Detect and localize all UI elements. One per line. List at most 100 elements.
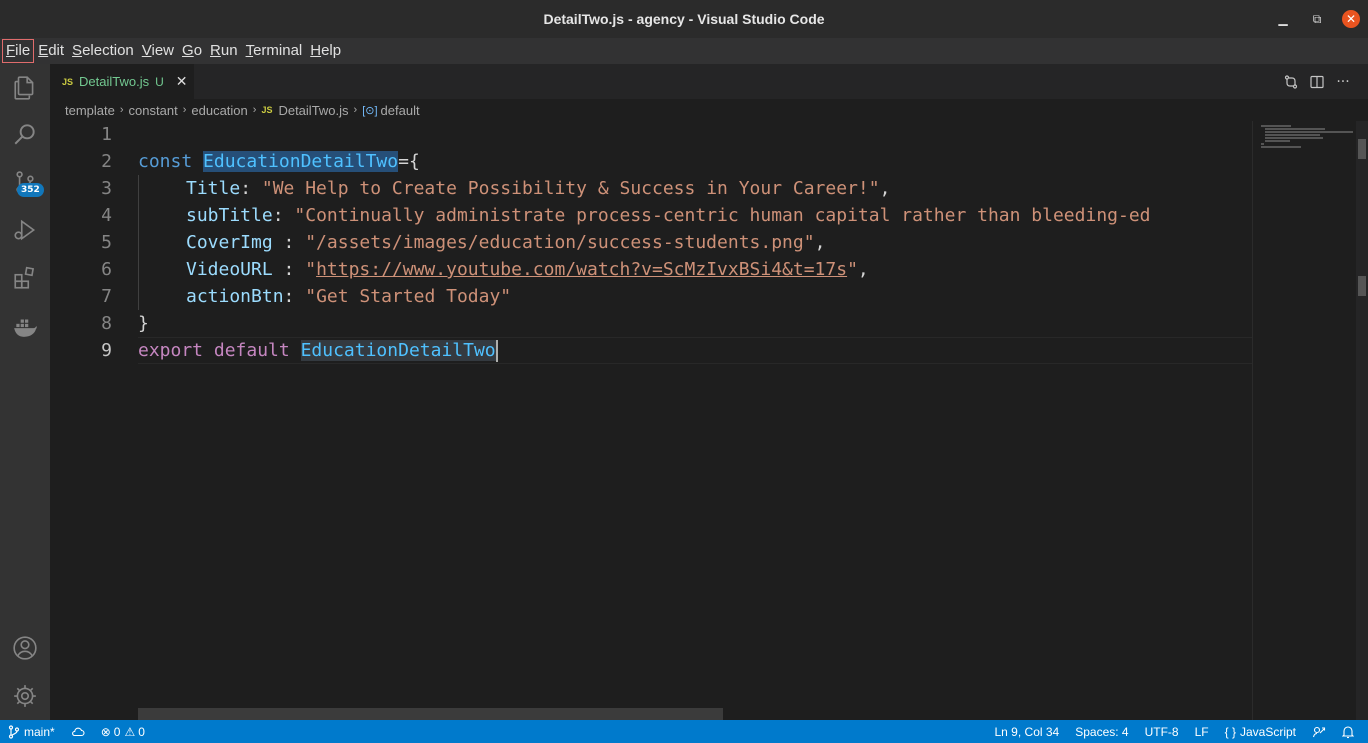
line-number: 8: [101, 313, 112, 334]
tab-close-icon[interactable]: ✕: [176, 73, 188, 90]
status-bar: main* ⊗ 0 ⚠ 0 Ln 9, Col 34 Spaces: 4 UTF…: [0, 720, 1368, 743]
line-number: 7: [101, 286, 112, 307]
string-quote: ": [847, 259, 858, 280]
language-label: JavaScript: [1239, 724, 1296, 739]
menu-file-mnemonic: F: [6, 42, 16, 59]
vertical-scrollbar[interactable]: [1356, 121, 1368, 720]
close-window-button[interactable]: ✕: [1334, 0, 1368, 38]
indentation[interactable]: Spaces: 4: [1067, 720, 1136, 743]
editor-actions: ···: [1278, 64, 1356, 99]
cursor-position[interactable]: Ln 9, Col 34: [987, 720, 1068, 743]
run-debug-icon[interactable]: [0, 206, 50, 254]
chevron-right-icon: ›: [353, 104, 358, 116]
chevron-right-icon: ›: [119, 104, 124, 116]
extensions-icon[interactable]: [0, 254, 50, 302]
line-number: 2: [101, 151, 112, 172]
closing-brace: }: [138, 313, 149, 334]
encoding[interactable]: UTF-8: [1137, 720, 1187, 743]
menu-help-mnemonic: H: [310, 42, 322, 59]
sync-button[interactable]: [63, 720, 93, 743]
menu-edit[interactable]: Edit: [34, 39, 68, 63]
accounts-icon[interactable]: [0, 624, 50, 672]
docker-icon[interactable]: [0, 302, 50, 350]
tab-untracked-status: U: [155, 74, 164, 89]
code-editor[interactable]: 1 2 3 4 5 6 7 8 9 const EducationDetailT…: [50, 121, 1252, 720]
tab-filename: DetailTwo.js: [79, 74, 150, 89]
open-changes-icon[interactable]: [1278, 69, 1304, 95]
minimap-line: [1265, 134, 1320, 136]
source-control-icon[interactable]: [0, 158, 50, 206]
menu-view-mnemonic: V: [141, 42, 152, 59]
end-of-line[interactable]: LF: [1187, 720, 1217, 743]
explorer-icon[interactable]: [0, 64, 50, 112]
more-actions-icon[interactable]: ···: [1330, 69, 1356, 95]
menu-go-label: o: [193, 42, 203, 59]
tab-detailtwo-js[interactable]: JS DetailTwo.js U ✕: [50, 64, 194, 99]
menu-terminal-mnemonic: T: [245, 42, 254, 59]
menu-go-mnemonic: G: [182, 42, 194, 59]
breadcrumb-symbol[interactable]: default: [381, 103, 420, 118]
text-cursor: [495, 340, 498, 362]
activity-bar: 352: [0, 64, 50, 720]
minimize-button[interactable]: ▁: [1266, 0, 1300, 38]
close-icon: ✕: [1342, 10, 1360, 28]
property-title: Title: [186, 178, 241, 199]
problems-status[interactable]: ⊗ 0 ⚠ 0: [93, 720, 153, 743]
menu-run-label: un: [220, 42, 238, 59]
scrollbar-marker: [1358, 276, 1366, 296]
punctuation: :: [240, 178, 262, 199]
maximize-button[interactable]: ⧉: [1300, 0, 1334, 38]
menu-run-mnemonic: R: [210, 42, 221, 59]
branch-status[interactable]: main*: [0, 720, 63, 743]
manage-gear-icon[interactable]: [0, 672, 50, 720]
line-number: 6: [101, 259, 112, 280]
minimap-line: [1261, 146, 1301, 148]
menu-terminal-label: erminal: [253, 42, 303, 59]
line-number: 5: [101, 232, 112, 253]
source-control-badge: 352: [17, 183, 44, 197]
symbol-variable-icon: [⊙]: [362, 104, 378, 117]
punctuation: :: [272, 205, 295, 226]
language-mode[interactable]: { } JavaScript: [1217, 720, 1304, 743]
split-editor-icon[interactable]: [1304, 69, 1330, 95]
punctuation: :: [283, 286, 306, 307]
punctuation: ,: [857, 259, 869, 280]
property-subtitle: subTitle: [186, 205, 273, 226]
menu-view-label: iew: [151, 42, 175, 59]
error-icon: ⊗: [100, 724, 111, 739]
menu-edit-label: dit: [48, 42, 65, 59]
search-icon[interactable]: [0, 110, 50, 158]
breadcrumb-education[interactable]: education: [191, 103, 247, 118]
minimap[interactable]: [1252, 121, 1356, 720]
menu-go[interactable]: Go: [178, 39, 206, 63]
scrollbar-thumb[interactable]: [1358, 139, 1366, 159]
menu-selection-mnemonic: S: [72, 42, 83, 59]
string-quote: ": [305, 259, 317, 280]
string-coverimg: "/assets/images/education/success-studen…: [305, 232, 815, 253]
menu-run[interactable]: Run: [206, 39, 242, 63]
breadcrumb-constant[interactable]: constant: [129, 103, 178, 118]
breadcrumb: template › constant › education › JS Det…: [50, 99, 1368, 121]
menu-edit-mnemonic: E: [38, 42, 49, 59]
minimap-line: [1265, 128, 1325, 130]
notifications-button[interactable]: [1334, 720, 1362, 743]
chevron-right-icon: ›: [252, 104, 257, 116]
breadcrumb-template[interactable]: template: [65, 103, 115, 118]
menu-terminal[interactable]: Terminal: [242, 39, 307, 63]
punctuation: :: [272, 232, 306, 253]
menu-selection-label: election: [82, 42, 134, 59]
feedback-button[interactable]: [1304, 720, 1334, 743]
breadcrumb-file[interactable]: DetailTwo.js: [278, 103, 348, 118]
menu-file[interactable]: File: [2, 39, 35, 63]
menu-view[interactable]: View: [138, 39, 178, 63]
menu-help[interactable]: Help: [306, 39, 345, 63]
identifier-education-detail-two: EducationDetailTwo: [300, 340, 496, 361]
menu-file-label: ile: [15, 42, 31, 59]
menu-selection[interactable]: Selection: [68, 39, 138, 63]
horizontal-scrollbar[interactable]: [138, 708, 723, 720]
minimap-line: [1261, 143, 1264, 145]
property-actionbtn: actionBtn: [186, 286, 284, 307]
punctuation: :: [272, 259, 306, 280]
video-url-link[interactable]: https://www.youtube.com/watch?v=ScMzIvxB…: [316, 259, 847, 280]
menu-bar: File Edit Selection View Go Run Terminal…: [0, 38, 1368, 64]
